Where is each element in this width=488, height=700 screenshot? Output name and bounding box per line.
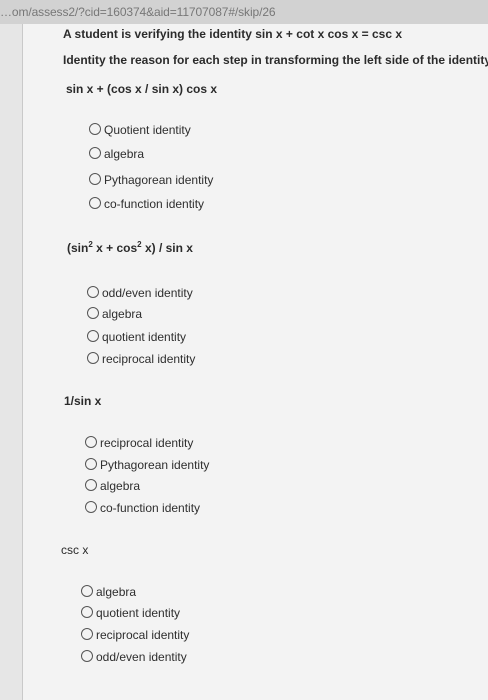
question-page: A student is verifying the identity sin …: [22, 24, 488, 700]
option-label: quotient identity: [96, 606, 181, 620]
step-1-option-algebra[interactable]: algebra: [89, 147, 144, 161]
step-4-option-odd-even[interactable]: odd/even identity: [81, 650, 187, 664]
option-label: algebra: [102, 307, 143, 321]
step-3-option-pythagorean[interactable]: Pythagorean identity: [85, 458, 209, 472]
option-label: co-function identity: [100, 501, 201, 515]
step-3-option-cofunction[interactable]: co-function identity: [85, 501, 200, 515]
option-label: Pythagorean identity: [104, 173, 214, 187]
question-title: A student is verifying the identity sin …: [63, 27, 402, 41]
radio-button-icon[interactable]: [81, 606, 93, 618]
question-instruction: Identity the reason for each step in tra…: [63, 53, 488, 67]
step-4-expression: csc x: [61, 543, 89, 557]
option-label: Quotient identity: [104, 123, 191, 137]
step-3-option-reciprocal[interactable]: reciprocal identity: [85, 436, 193, 450]
step-4-option-algebra[interactable]: algebra: [81, 585, 136, 599]
option-label: reciprocal identity: [96, 628, 190, 642]
radio-button-icon[interactable]: [89, 147, 101, 159]
radio-button-icon[interactable]: [87, 307, 99, 319]
step-3-option-algebra[interactable]: algebra: [85, 479, 140, 493]
option-label: reciprocal identity: [100, 436, 194, 450]
option-label: reciprocal identity: [102, 352, 196, 366]
step-4-option-reciprocal[interactable]: reciprocal identity: [81, 628, 189, 642]
expr-part: x + cos: [92, 241, 138, 255]
radio-button-icon[interactable]: [85, 501, 97, 513]
step-2-option-reciprocal[interactable]: reciprocal identity: [87, 352, 195, 366]
step-2-option-odd-even[interactable]: odd/even identity: [87, 286, 193, 300]
expr-part: (sin: [67, 241, 89, 255]
step-1-expression: sin x + (cos x / sin x) cos x: [66, 82, 218, 96]
step-1-option-quotient[interactable]: Quotient identity: [89, 123, 191, 137]
option-label: algebra: [96, 585, 137, 599]
option-label: odd/even identity: [96, 650, 187, 664]
browser-url-bar[interactable]: …om/assess2/?cid=160374&aid=11707087#/sk…: [0, 0, 488, 24]
step-1-option-pythagorean[interactable]: Pythagorean identity: [89, 173, 213, 187]
option-label: co-function identity: [104, 197, 205, 211]
radio-button-icon[interactable]: [89, 197, 101, 209]
radio-button-icon[interactable]: [85, 436, 97, 448]
radio-button-icon[interactable]: [85, 458, 97, 470]
radio-button-icon[interactable]: [87, 352, 99, 364]
step-4-option-quotient[interactable]: quotient identity: [81, 606, 180, 620]
radio-button-icon[interactable]: [81, 650, 93, 662]
step-1-option-cofunction[interactable]: co-function identity: [89, 197, 204, 211]
step-3-expression: 1/sin x: [64, 394, 102, 408]
radio-button-icon[interactable]: [87, 330, 99, 342]
step-2-expression: (sin2 x + cos2 x) / sin x: [67, 240, 193, 255]
radio-button-icon[interactable]: [85, 479, 97, 491]
url-text: …om/assess2/?cid=160374&aid=11707087#/sk…: [0, 5, 276, 19]
step-2-option-algebra[interactable]: algebra: [87, 307, 142, 321]
radio-button-icon[interactable]: [89, 123, 101, 135]
radio-button-icon[interactable]: [81, 628, 93, 640]
option-label: algebra: [104, 147, 145, 161]
step-2-option-quotient[interactable]: quotient identity: [87, 330, 186, 344]
radio-button-icon[interactable]: [81, 585, 93, 597]
radio-button-icon[interactable]: [89, 173, 101, 185]
option-label: quotient identity: [102, 330, 187, 344]
option-label: Pythagorean identity: [100, 458, 210, 472]
radio-button-icon[interactable]: [87, 286, 99, 298]
option-label: odd/even identity: [102, 286, 193, 300]
option-label: algebra: [100, 479, 141, 493]
expr-part: x) / sin x: [141, 241, 193, 255]
